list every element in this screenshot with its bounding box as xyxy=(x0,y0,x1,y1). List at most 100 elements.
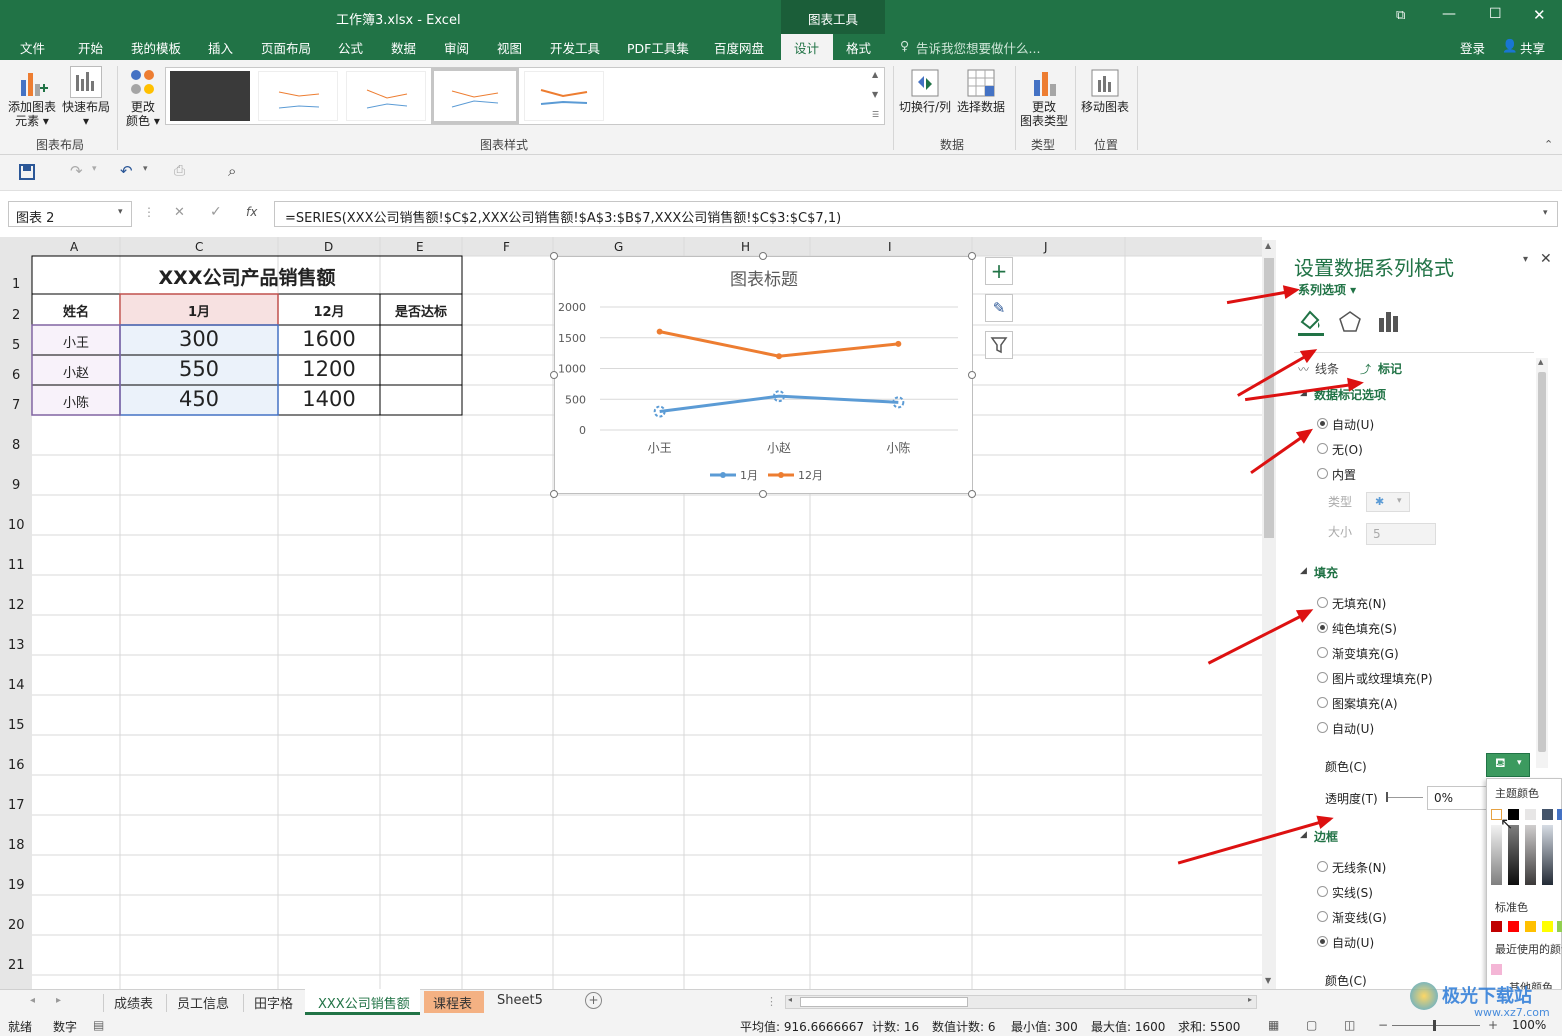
chart-style-4-selected[interactable] xyxy=(431,68,519,124)
tell-me-search[interactable]: 告诉我您想要做什么... xyxy=(916,38,1040,57)
color-shades[interactable] xyxy=(1508,825,1519,885)
collapse-icon[interactable]: ◢ xyxy=(1300,830,1307,840)
color-swatch[interactable] xyxy=(1525,809,1536,820)
gallery-down-arrow[interactable]: ▼ xyxy=(872,90,878,99)
series-options-chart-icon[interactable] xyxy=(1377,310,1401,334)
tab-split-handle[interactable]: ⋮ xyxy=(766,995,777,1008)
sheet-tab[interactable]: 田字格 xyxy=(254,993,293,1012)
col-header-d[interactable]: D xyxy=(324,240,333,254)
formula-input[interactable]: =SERIES(XXX公司销售额!$C$2,XXX公司销售额!$A$3:$B$7… xyxy=(274,201,1558,227)
tab-data[interactable]: 数据 xyxy=(391,38,416,57)
switch-row-column-button[interactable]: 切换行/列 xyxy=(899,100,951,114)
row-header[interactable]: 17 xyxy=(8,798,25,813)
line-chart[interactable]: 图表标题 0 500 1000 1500 2000 小王 小赵 小陈 1月 12月 xyxy=(554,256,973,494)
page-layout-view-icon[interactable]: ▢ xyxy=(1306,1018,1317,1032)
border-option-label[interactable]: 实线(S) xyxy=(1332,884,1373,901)
restore-ribbon-icon[interactable]: ⧉ xyxy=(1396,8,1405,23)
gallery-up-arrow[interactable]: ▲ xyxy=(872,70,878,79)
row-header[interactable]: 1 xyxy=(12,277,20,292)
tab-page-layout[interactable]: 页面布局 xyxy=(261,38,311,57)
pane-scrollbar[interactable]: ▲ xyxy=(1536,358,1548,768)
name-box-dropdown-icon[interactable]: ▾ xyxy=(118,207,123,217)
chart-styles-gallery[interactable]: ▲ ▼ ☰ xyxy=(165,67,885,125)
table-cell[interactable]: 小陈 xyxy=(32,392,120,411)
marker-size-input[interactable]: 5 xyxy=(1366,523,1436,545)
color-shades[interactable] xyxy=(1525,825,1536,885)
header-cell-name[interactable]: 姓名 xyxy=(32,301,120,320)
chart-style-3[interactable] xyxy=(346,71,426,121)
table-title[interactable]: XXX公司产品销售额 xyxy=(32,263,462,290)
print-preview-icon[interactable]: ⌕ xyxy=(228,162,236,180)
sheet-tab-active[interactable]: XXX公司销售额 xyxy=(318,993,410,1012)
chart-elements-button[interactable]: + xyxy=(985,257,1013,285)
transparency-slider-thumb[interactable] xyxy=(1386,792,1388,802)
color-shades[interactable] xyxy=(1542,825,1553,885)
row-header[interactable]: 10 xyxy=(8,518,25,533)
row-header[interactable]: 5 xyxy=(12,338,20,353)
collapse-ribbon-icon[interactable]: ⌃ xyxy=(1544,138,1553,151)
row-header[interactable]: 9 xyxy=(12,478,20,493)
tab-file[interactable]: 文件 xyxy=(20,38,45,57)
border-radio[interactable] xyxy=(1317,861,1328,872)
tab-baidu[interactable]: 百度网盘 xyxy=(714,38,764,57)
row-header[interactable]: 13 xyxy=(8,638,25,653)
tab-format[interactable]: 格式 xyxy=(846,38,871,57)
border-option-label[interactable]: 渐变线(G) xyxy=(1332,909,1387,926)
row-header[interactable]: 19 xyxy=(8,878,25,893)
chart-style-1[interactable] xyxy=(170,71,250,121)
name-box[interactable]: 图表 2 xyxy=(8,201,132,227)
resize-handle[interactable] xyxy=(550,252,558,260)
series-options-dropdown[interactable]: 系列选项 ▾ xyxy=(1298,281,1356,298)
chart-styles-brush-icon[interactable]: ✎ xyxy=(985,294,1013,322)
move-chart-button[interactable]: 移动图表 xyxy=(1081,100,1129,114)
tab-marker[interactable]: 标记 xyxy=(1378,360,1402,377)
fill-option-label[interactable]: 图案填充(A) xyxy=(1332,695,1398,712)
fill-color-button[interactable]: ⛾ ▾ xyxy=(1486,753,1530,777)
marker-auto-label[interactable]: 自动(U) xyxy=(1332,416,1374,433)
fill-heading[interactable]: 填充 xyxy=(1314,564,1338,581)
col-header-i[interactable]: I xyxy=(888,240,892,254)
table-cell[interactable]: 450 xyxy=(120,387,278,411)
row-header[interactable]: 2 xyxy=(12,308,20,323)
horizontal-scrollbar[interactable]: ◂ ▸ xyxy=(785,995,1257,1009)
page-break-view-icon[interactable]: ◫ xyxy=(1344,1018,1355,1032)
header-cell-target[interactable]: 是否达标 xyxy=(380,301,462,320)
row-header[interactable]: 16 xyxy=(8,758,25,773)
maximize-button[interactable]: ☐ xyxy=(1489,6,1502,22)
tab-review[interactable]: 审阅 xyxy=(444,38,469,57)
redo-dropdown-icon[interactable]: ▾ xyxy=(92,164,97,174)
col-header-g[interactable]: G xyxy=(614,240,623,254)
gallery-more-arrow[interactable]: ☰ xyxy=(872,110,879,119)
transparency-input[interactable]: 0% xyxy=(1427,786,1487,810)
marker-type-select[interactable]: ✱ ▾ xyxy=(1366,492,1410,512)
col-header-j[interactable]: J xyxy=(1044,240,1048,254)
fill-radio[interactable] xyxy=(1317,672,1328,683)
table-cell[interactable]: 小王 xyxy=(32,332,120,351)
effects-pentagon-icon[interactable] xyxy=(1338,310,1362,334)
color-swatch[interactable] xyxy=(1557,921,1562,932)
change-colors-button[interactable]: 更改 颜色 ▾ xyxy=(126,100,160,128)
macro-record-icon[interactable]: ▤ xyxy=(93,1018,104,1032)
expand-formula-icon[interactable]: ▾ xyxy=(1543,208,1548,218)
border-radio[interactable] xyxy=(1317,911,1328,922)
tab-developer[interactable]: 开发工具 xyxy=(550,38,600,57)
add-sheet-button[interactable]: + xyxy=(585,992,602,1009)
marker-auto-radio[interactable] xyxy=(1317,418,1328,429)
change-chart-type-button[interactable]: 更改 图表类型 xyxy=(1020,100,1068,128)
table-cell[interactable]: 550 xyxy=(120,357,278,381)
transparency-slider[interactable] xyxy=(1388,797,1423,798)
marker-none-radio[interactable] xyxy=(1317,443,1328,454)
resize-handle[interactable] xyxy=(968,371,976,379)
border-heading[interactable]: 边框 xyxy=(1314,828,1338,845)
fill-option-label[interactable]: 图片或纹理填充(P) xyxy=(1332,670,1433,687)
line-tab-icon[interactable]: 〰 xyxy=(1298,361,1309,377)
header-cell-dec[interactable]: 12月 xyxy=(278,301,380,320)
cancel-formula-icon[interactable]: ✕ xyxy=(174,205,185,220)
sheet-tab[interactable]: Sheet5 xyxy=(497,993,543,1008)
fill-radio[interactable] xyxy=(1317,647,1328,658)
tab-design[interactable]: 设计 xyxy=(794,38,819,57)
save-icon[interactable] xyxy=(18,163,36,181)
undo-dropdown-icon[interactable]: ▾ xyxy=(143,164,148,174)
col-header-e[interactable]: E xyxy=(416,240,424,254)
row-header[interactable]: 18 xyxy=(8,838,25,853)
